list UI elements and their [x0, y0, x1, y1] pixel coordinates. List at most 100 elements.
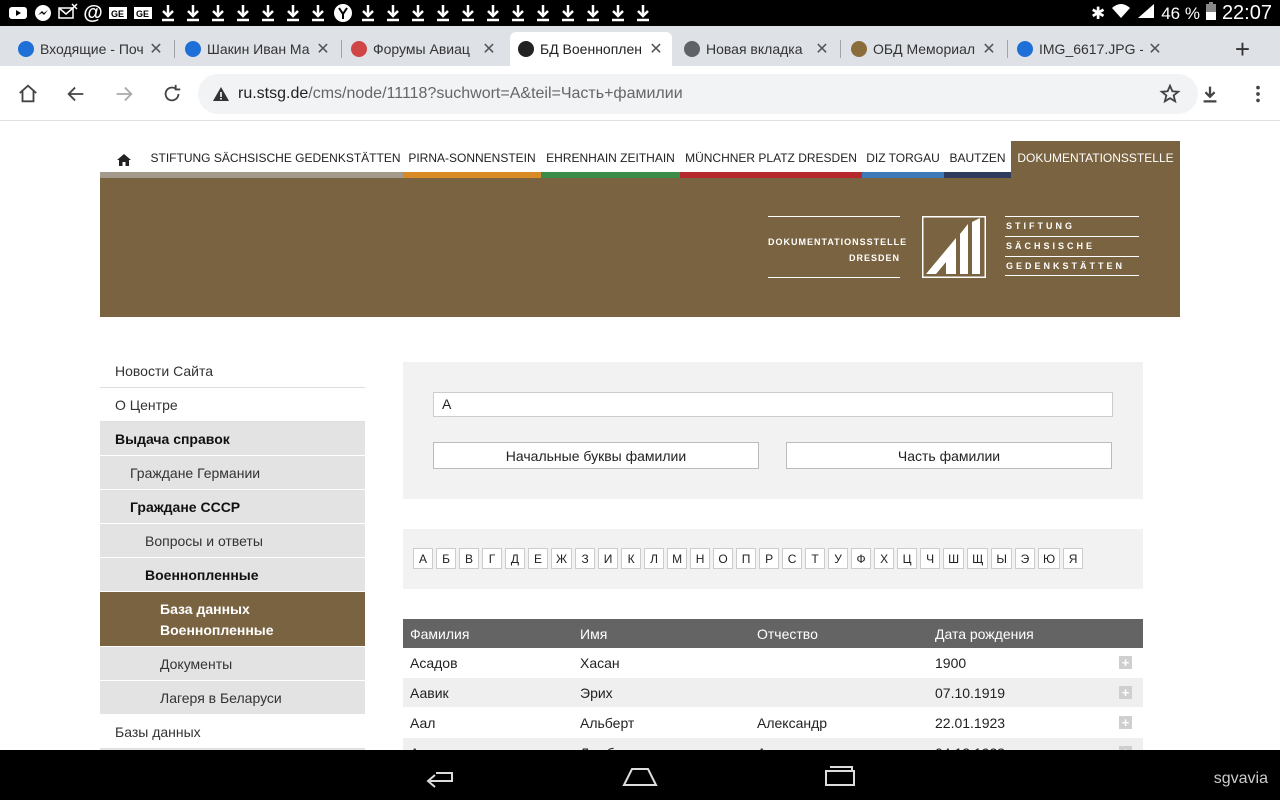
address-bar[interactable]: ru.stsg.de/cms/node/11118?suchwort=А&tei…	[198, 74, 1198, 114]
nav-recents-button[interactable]	[820, 762, 860, 790]
new-tab-button[interactable]: +	[1235, 34, 1250, 64]
tab-close-icon[interactable]: ✕	[315, 39, 331, 59]
sidebar-item[interactable]: Выдача справок	[100, 422, 365, 456]
table-row[interactable]: Аавик Эрих 07.10.1919 +	[403, 678, 1143, 708]
tab-close-icon[interactable]: ✕	[1147, 39, 1163, 59]
alphabet-letter[interactable]: Ц	[897, 548, 918, 569]
download-button[interactable]	[1196, 80, 1224, 108]
browser-tab[interactable]: Новая вкладка ✕	[676, 32, 838, 66]
sidebar-item[interactable]: Лагеря в Беларуси	[100, 681, 365, 715]
alphabet-letter[interactable]: Ф	[851, 548, 872, 569]
table-row[interactable]: Асадов Хасан 1900 +	[403, 648, 1143, 678]
alphabet-letter[interactable]: С	[782, 548, 803, 569]
cell-name: Альберт	[580, 714, 635, 731]
browser-tab[interactable]: Форумы Авиац ✕	[343, 32, 505, 66]
alphabet-letter[interactable]: Ч	[920, 548, 941, 569]
alphabet-letter[interactable]: У	[828, 548, 849, 569]
tab-favicon-icon	[518, 41, 534, 57]
tab-close-icon[interactable]: ✕	[981, 39, 997, 59]
alphabet-letter[interactable]: Х	[874, 548, 895, 569]
forward-button[interactable]	[110, 80, 138, 108]
download-icon	[1203, 86, 1217, 103]
sidebar-item[interactable]: Документы	[100, 647, 365, 681]
alphabet-letter[interactable]: К	[621, 548, 642, 569]
alphabet-letter[interactable]: З	[575, 548, 596, 569]
nav-link[interactable]: BAUTZEN	[944, 141, 1011, 178]
sidebar-item[interactable]: О Центре	[100, 388, 365, 422]
brand-stiftung[interactable]: STIFTUNG SÄCHSISCHE GEDENKSTÄTTEN	[1005, 216, 1139, 276]
alphabet-letter[interactable]: И	[598, 548, 619, 569]
alphabet-letter[interactable]: Л	[644, 548, 665, 569]
not-secure-warning-icon[interactable]	[208, 86, 234, 102]
expand-row-button[interactable]: +	[1108, 686, 1143, 699]
alphabet-letter[interactable]: Ы	[991, 548, 1012, 569]
alphabet-letter[interactable]: Б	[436, 548, 456, 569]
nav-link[interactable]: MÜNCHNER PLATZ DRESDEN	[680, 141, 862, 178]
alphabet-letter[interactable]: Э	[1014, 548, 1035, 569]
alphabet-letter[interactable]: Щ	[967, 548, 989, 569]
alphabet-letter[interactable]: Г	[482, 548, 502, 569]
header-patronymic[interactable]: Отчество	[750, 626, 928, 642]
alphabet-letter[interactable]: Е	[528, 548, 548, 569]
sidebar-item[interactable]: Базы данных	[100, 715, 365, 749]
bookmark-button[interactable]	[1156, 80, 1184, 108]
alphabet-letter[interactable]: Я	[1063, 548, 1084, 569]
alphabet-letter[interactable]: Т	[805, 548, 826, 569]
nav-link[interactable]: EHRENHAIN ZEITHAIN	[541, 141, 680, 178]
stiftung-logo-icon[interactable]	[922, 216, 986, 278]
header-surname[interactable]: Фамилия	[403, 626, 573, 642]
table-row[interactable]: Аал Альберт Александр 22.01.1923 +	[403, 708, 1143, 738]
expand-row-button[interactable]: +	[1108, 716, 1143, 729]
alphabet-letter[interactable]: В	[459, 548, 479, 569]
search-part-surname-button[interactable]: Часть фамилии	[786, 442, 1112, 469]
tab-close-icon[interactable]: ✕	[148, 39, 164, 59]
header-birthdate[interactable]: Дата рождения	[928, 626, 1108, 642]
tab-close-icon[interactable]: ✕	[648, 39, 664, 59]
expand-row-button[interactable]: +	[1108, 656, 1143, 669]
browser-tab[interactable]: Входящие - Поч ✕	[10, 32, 172, 66]
surname-search-input[interactable]: А	[433, 392, 1113, 417]
sidebar-item[interactable]: Граждане СССР	[100, 490, 365, 524]
sidebar-item[interactable]: Военнопленные	[100, 558, 365, 592]
alphabet-letter[interactable]: Н	[690, 548, 711, 569]
header-name[interactable]: Имя	[573, 626, 750, 642]
browser-tab[interactable]: БД Военноплен ✕	[510, 32, 672, 66]
tab-title: Форумы Авиац	[373, 41, 470, 57]
plus-icon: +	[1119, 686, 1132, 699]
gmail-icon: GE	[133, 3, 153, 23]
browser-tab[interactable]: Шакин Иван Ма ✕	[177, 32, 339, 66]
tab-close-icon[interactable]: ✕	[481, 39, 497, 59]
alphabet-letter[interactable]: Д	[505, 548, 525, 569]
alphabet-letter[interactable]: Ш	[943, 548, 965, 569]
alphabet-letter[interactable]: А	[413, 548, 433, 569]
nav-back-button[interactable]	[420, 762, 460, 790]
sidebar-item[interactable]: Граждане Германии	[100, 456, 365, 490]
alphabet-letter[interactable]: П	[736, 548, 757, 569]
nav-link[interactable]: PIRNA-SONNENSTEIN	[403, 141, 541, 178]
tab-close-icon[interactable]: ✕	[814, 39, 830, 59]
nav-home-button[interactable]	[620, 762, 660, 790]
home-button[interactable]	[14, 80, 42, 108]
brand-right-line1: STIFTUNG	[1005, 216, 1139, 236]
nav-link[interactable]: DIZ TORGAU	[862, 141, 944, 178]
sidebar-item[interactable]: База данных Военнопленные	[100, 592, 365, 647]
alphabet-letter[interactable]: Ю	[1037, 548, 1061, 569]
at-icon: @	[83, 2, 103, 24]
back-button[interactable]	[62, 80, 90, 108]
browser-tab[interactable]: IMG_6617.JPG - ✕	[1009, 32, 1171, 66]
sidebar-item[interactable]: Вопросы и ответы	[100, 524, 365, 558]
alphabet-letter[interactable]: О	[713, 548, 734, 569]
alphabet-letter[interactable]: М	[667, 548, 688, 569]
brand-dokumentationsstelle[interactable]: DOKUMENTATIONSSTELLE DRESDEN	[768, 216, 906, 278]
reload-button[interactable]	[158, 80, 186, 108]
search-start-letters-button[interactable]: Начальные буквы фамилии	[433, 442, 759, 469]
nav-link[interactable]: DOKUMENTATIONSSTELLE	[1011, 141, 1180, 178]
alphabet-letter[interactable]: Ж	[551, 548, 573, 569]
browser-tab[interactable]: ОБД Мемориал ✕	[843, 32, 1005, 66]
sidebar-item[interactable]: Новости Сайта	[100, 354, 365, 388]
nav-link[interactable]: STIFTUNG SÄCHSISCHE GEDENKSTÄTTEN	[148, 141, 403, 178]
alphabet-letter[interactable]: Р	[759, 548, 780, 569]
table-row[interactable]: АанЛомбитАлександр04.12.1923+	[403, 738, 1143, 750]
menu-button[interactable]	[1244, 80, 1272, 108]
nav-home-link[interactable]	[100, 141, 148, 178]
